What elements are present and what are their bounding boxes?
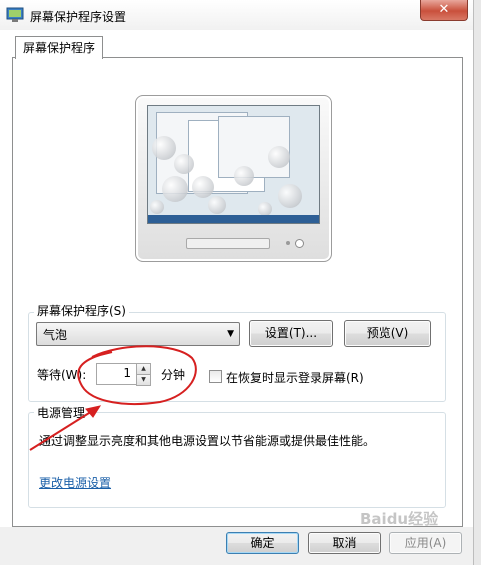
window-title: 屏幕保护程序设置 bbox=[30, 10, 127, 24]
screensaver-select-value: 气泡 bbox=[43, 328, 68, 342]
spin-down-icon[interactable]: ▼ bbox=[136, 374, 151, 386]
title-bar: 屏幕保护程序设置 ✕ bbox=[0, 0, 481, 30]
wait-label: 等待(W): bbox=[37, 368, 87, 382]
monitor-slot bbox=[186, 238, 270, 249]
resume-logon-checkbox[interactable] bbox=[209, 370, 222, 383]
monitor-power-button bbox=[295, 239, 304, 248]
chevron-down-icon: ▼ bbox=[227, 329, 234, 339]
screensaver-app-icon bbox=[6, 7, 24, 22]
tab-screensaver[interactable]: 屏幕保护程序 bbox=[15, 36, 103, 59]
power-group-label: 电源管理 bbox=[34, 404, 89, 421]
close-button[interactable]: ✕ bbox=[420, 0, 468, 21]
resume-logon-label[interactable]: 在恢复时显示登录屏幕(R) bbox=[226, 369, 364, 386]
preview-button[interactable]: 预览(V) bbox=[344, 320, 431, 347]
monitor-preview bbox=[135, 95, 332, 262]
power-description: 通过调整显示亮度和其他电源设置以节省能源或提供最佳性能。 bbox=[39, 434, 376, 448]
screensaver-select[interactable]: 气泡 ▼ bbox=[36, 322, 240, 346]
power-group bbox=[28, 412, 446, 508]
apply-button: 应用(A) bbox=[389, 532, 462, 554]
screensaver-group-label: 屏幕保护程序(S) bbox=[34, 302, 129, 319]
cancel-button[interactable]: 取消 bbox=[308, 532, 381, 554]
preview-screen bbox=[147, 105, 320, 224]
baidu-watermark: Baidu经验 bbox=[360, 510, 439, 528]
wait-unit-label: 分钟 bbox=[161, 368, 186, 382]
change-power-settings-link[interactable]: 更改电源设置 bbox=[39, 474, 111, 491]
wait-minutes-input[interactable]: 1 bbox=[96, 363, 138, 385]
background-window-edge bbox=[473, 0, 481, 565]
ok-button[interactable]: 确定 bbox=[226, 532, 299, 554]
settings-button[interactable]: 设置(T)... bbox=[249, 320, 333, 347]
wait-minutes-value: 1 bbox=[123, 366, 131, 380]
monitor-indicator bbox=[286, 241, 290, 245]
wait-minutes-stepper[interactable]: ▲ ▼ bbox=[136, 363, 151, 386]
